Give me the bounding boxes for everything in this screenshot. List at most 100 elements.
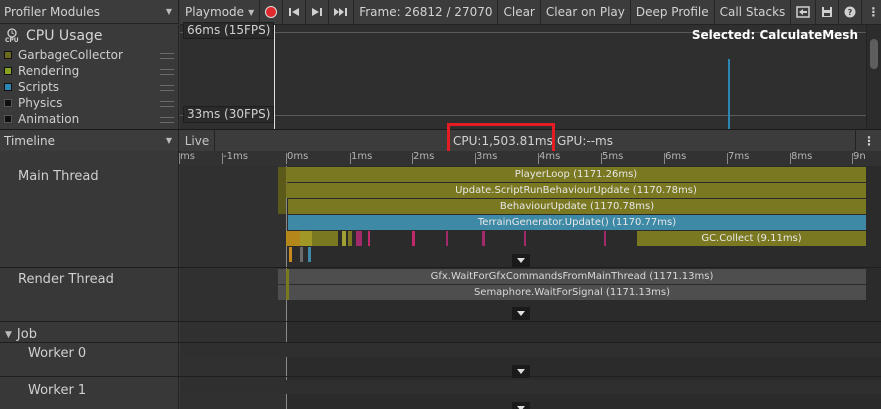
worker-1-label[interactable]: Worker 1: [28, 383, 86, 398]
timeline-view[interactable]: PlayerLoop (1171.26ms) Update.ScriptRunB…: [180, 166, 881, 409]
cpu-usage-title: CPU Usage: [26, 28, 103, 44]
clear-button[interactable]: Clear: [498, 0, 541, 24]
svg-text:?: ?: [848, 8, 853, 17]
deep-profile-button[interactable]: Deep Profile: [631, 0, 715, 24]
ruler-tick: 5ms: [600, 151, 624, 164]
worker-0-label[interactable]: Worker 0: [28, 346, 86, 361]
thread-separator: [0, 376, 180, 377]
ruler-tick: 1ms: [349, 151, 373, 164]
garbage-collector-swatch: [4, 51, 12, 59]
previous-frame-icon: [289, 8, 300, 16]
chart-label-66ms: 66ms (15FPS): [183, 22, 275, 39]
ruler-tick: 6ms: [663, 151, 687, 164]
animation-swatch: [4, 115, 12, 123]
expand-main-thread-button[interactable]: [512, 254, 530, 267]
deep-profile-label: Deep Profile: [635, 5, 709, 19]
legend-item-garbage-collector[interactable]: GarbageCollector: [0, 47, 178, 63]
profiler-modules-dropdown[interactable]: Profiler Modules ▼: [0, 0, 179, 24]
cpu-usage-chart[interactable]: 66ms (15FPS) 33ms (30FPS) Selected: Calc…: [180, 22, 866, 129]
clear-on-play-button[interactable]: Clear on Play: [541, 0, 631, 24]
record-button[interactable]: [260, 0, 284, 24]
selected-sample-label: Selected: CalculateMesh: [691, 28, 858, 42]
help-button[interactable]: ?: [839, 0, 863, 24]
timeline-options-button[interactable]: ⋮: [855, 130, 881, 151]
legend-item-rendering[interactable]: Rendering: [0, 63, 178, 79]
cpu-usage-module[interactable]: CPU CPU Usage: [0, 25, 178, 47]
drag-handle-icon[interactable]: [160, 101, 174, 107]
save-button[interactable]: [816, 0, 840, 24]
legend-label: Animation: [18, 112, 80, 126]
cpu-time-highlight-box: [447, 123, 555, 154]
drag-handle-icon[interactable]: [160, 53, 174, 59]
expand-render-thread-button[interactable]: [512, 307, 530, 320]
ruler-tick: 9n: [852, 151, 866, 164]
job-group-toggle[interactable]: ▼ Job: [5, 327, 37, 342]
options-menu-button[interactable]: ⋮: [862, 0, 881, 24]
sample-small: [278, 167, 286, 214]
gpu-frame-time: GPU:--ms: [557, 133, 613, 148]
job-group-label: Job: [16, 327, 37, 342]
load-button[interactable]: [791, 0, 817, 24]
sample-gfx-wait[interactable]: Gfx.WaitForGfxCommandsFromMainThread (11…: [278, 269, 866, 284]
last-frame-icon: [334, 8, 348, 16]
legend-item-scripts[interactable]: Scripts: [0, 79, 178, 95]
playmode-dropdown[interactable]: Playmode ▼: [180, 0, 261, 24]
ruler-tick: 0ms: [285, 151, 309, 164]
chart-gridline-bottom: [180, 115, 866, 116]
profiler-modules-label: Profiler Modules: [4, 4, 100, 19]
sample-update-script-run[interactable]: Update.ScriptRunBehaviourUpdate (1170.78…: [286, 183, 866, 198]
legend-item-animation[interactable]: Animation: [0, 111, 178, 127]
thread-separator: [0, 267, 180, 268]
save-icon: [822, 7, 833, 17]
chart-scrollbar[interactable]: [866, 25, 881, 129]
expand-worker-1-button[interactable]: [512, 402, 530, 409]
load-icon: [796, 6, 811, 18]
live-label: Live: [184, 133, 210, 148]
ruler-tick: 7ms: [726, 151, 750, 164]
ruler-tick: 3ms: [474, 151, 498, 164]
view-mode-label: Timeline: [4, 133, 56, 148]
child-samples-row: [286, 231, 636, 246]
chart-scrollbar-thumb[interactable]: [870, 39, 878, 69]
clear-label: Clear: [503, 5, 535, 19]
sample-terrain-generator-update[interactable]: TerrainGenerator.Update() (1170.77ms): [288, 215, 866, 230]
thread-separator: [0, 342, 180, 343]
scripts-swatch: [4, 83, 12, 91]
sample-semaphore-wait[interactable]: Semaphore.WaitForSignal (1171.13ms): [278, 285, 866, 300]
expand-worker-0-button[interactable]: [512, 365, 530, 378]
live-button[interactable]: Live: [180, 130, 215, 151]
cpu-icon-caption: CPU: [5, 37, 19, 44]
thread-separator: [180, 321, 881, 322]
timeline-ruler[interactable]: ms -1ms 0ms 1ms 2ms 3ms 4ms 5ms 6ms 7ms …: [179, 151, 881, 167]
drag-handle-icon[interactable]: [160, 85, 174, 91]
child-samples-row-2: [286, 247, 326, 262]
frame-counter-label: Frame: 26812 / 27070: [359, 5, 493, 19]
thread-separator: [180, 376, 881, 377]
current-frame-button[interactable]: [329, 0, 355, 24]
view-mode-dropdown[interactable]: Timeline ▼: [0, 130, 179, 151]
sample-behaviour-update[interactable]: BehaviourUpdate (1170.78ms): [288, 199, 866, 214]
playmode-label: Playmode: [185, 5, 245, 19]
render-thread-label[interactable]: Render Thread: [18, 272, 114, 287]
next-frame-button[interactable]: [306, 0, 330, 24]
profiler-toolbar: Playmode ▼ Frame: 26812 / 27070 Clear Cl…: [180, 0, 881, 25]
profiler-modules-list: CPU CPU Usage GarbageCollector Rendering…: [0, 25, 179, 129]
frame-counter: Frame: 26812 / 27070: [354, 0, 499, 24]
next-frame-icon: [312, 8, 323, 16]
previous-frame-button[interactable]: [283, 0, 307, 24]
clear-on-play-label: Clear on Play: [545, 5, 625, 19]
drag-handle-icon[interactable]: [160, 117, 174, 123]
worker-0-row-shade: [180, 343, 881, 357]
sample-gc-collect[interactable]: GC.Collect (9.11ms): [637, 231, 866, 246]
more-vertical-icon: ⋮: [863, 133, 875, 148]
cpu-icon: CPU: [4, 28, 20, 44]
legend-label: GarbageCollector: [18, 48, 123, 62]
chevron-down-icon: ▼: [248, 7, 255, 17]
drag-handle-icon[interactable]: [160, 69, 174, 75]
call-stacks-button[interactable]: Call Stacks: [715, 0, 792, 24]
sample-player-loop[interactable]: PlayerLoop (1171.26ms): [286, 167, 866, 182]
ruler-tick: 8ms: [789, 151, 813, 164]
legend-label: Rendering: [18, 64, 80, 78]
legend-item-physics[interactable]: Physics: [0, 95, 178, 111]
main-thread-label[interactable]: Main Thread: [18, 169, 99, 184]
